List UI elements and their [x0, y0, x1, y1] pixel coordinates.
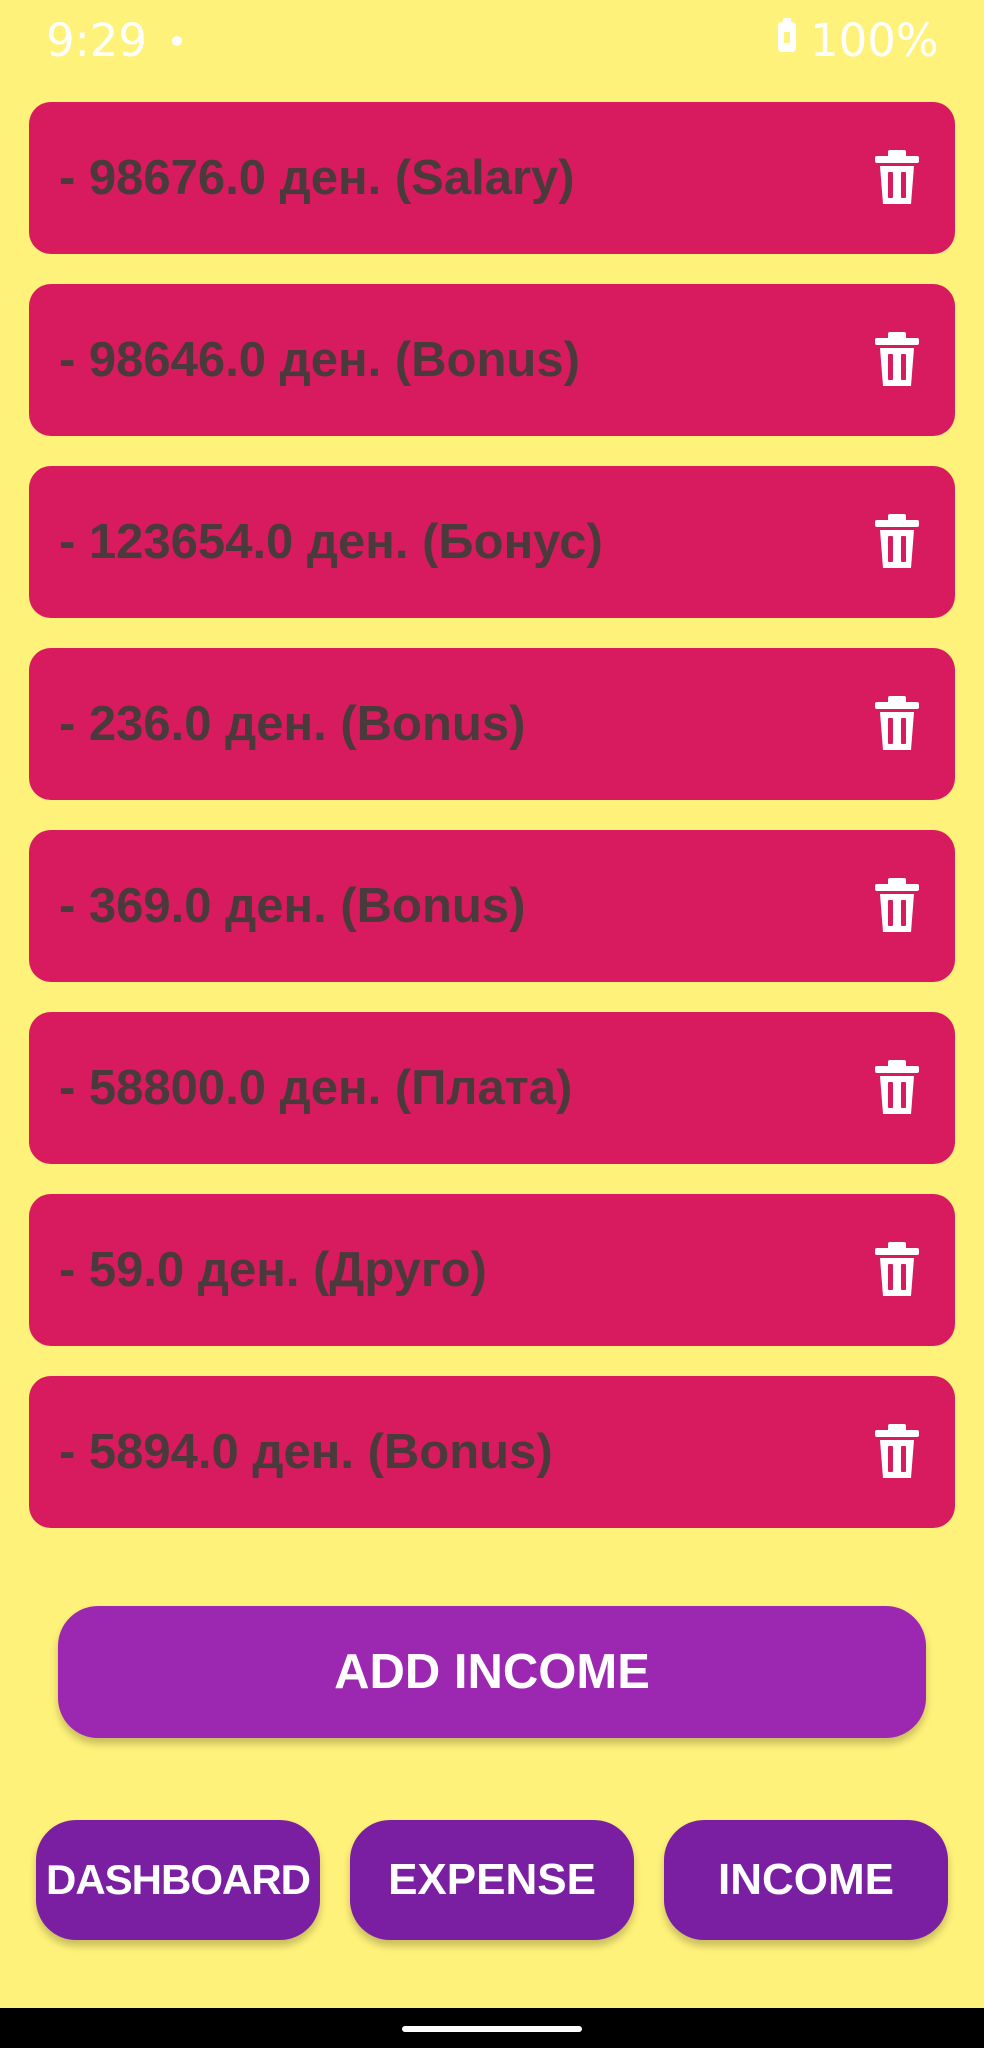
trash-icon[interactable]	[873, 1424, 921, 1480]
trash-icon[interactable]	[873, 878, 921, 934]
battery-percentage: 100%	[810, 14, 939, 67]
trash-icon[interactable]	[873, 150, 921, 206]
income-item[interactable]: - 236.0 ден. (Bonus)	[29, 648, 955, 800]
home-indicator[interactable]	[402, 2026, 582, 2032]
income-list: - 98676.0 ден. (Salary) - 98646.0 ден. (…	[29, 102, 955, 1558]
income-item-label: - 5894.0 ден. (Bonus)	[59, 1425, 553, 1479]
nav-income-button[interactable]: INCOME	[664, 1820, 948, 1940]
add-income-button[interactable]: ADD INCOME	[58, 1606, 926, 1738]
income-item[interactable]: - 369.0 ден. (Bonus)	[29, 830, 955, 982]
income-item-label: - 369.0 ден. (Bonus)	[59, 879, 526, 933]
nav-dashboard-button[interactable]: DASHBOARD	[36, 1820, 320, 1940]
income-item-label: - 236.0 ден. (Bonus)	[59, 697, 526, 751]
trash-icon[interactable]	[873, 1060, 921, 1116]
income-item[interactable]: - 58800.0 ден. (Плата)	[29, 1012, 955, 1164]
status-bar: 9:29 100%	[0, 0, 984, 84]
income-item-label: - 123654.0 ден. (Бонус)	[59, 515, 603, 569]
trash-icon[interactable]	[873, 514, 921, 570]
income-item[interactable]: - 123654.0 ден. (Бонус)	[29, 466, 955, 618]
income-item-label: - 58800.0 ден. (Плата)	[59, 1061, 573, 1115]
battery-icon	[778, 18, 796, 52]
nav-expense-button[interactable]: EXPENSE	[350, 1820, 634, 1940]
income-item-label: - 98676.0 ден. (Salary)	[59, 151, 575, 205]
notification-dot-icon	[172, 36, 182, 46]
trash-icon[interactable]	[873, 1242, 921, 1298]
trash-icon[interactable]	[873, 332, 921, 388]
income-item[interactable]: - 98676.0 ден. (Salary)	[29, 102, 955, 254]
status-time: 9:29	[46, 14, 148, 67]
income-item-label: - 98646.0 ден. (Bonus)	[59, 333, 580, 387]
income-item[interactable]: - 59.0 ден. (Друго)	[29, 1194, 955, 1346]
income-item-label: - 59.0 ден. (Друго)	[59, 1243, 487, 1297]
trash-icon[interactable]	[873, 696, 921, 752]
income-item[interactable]: - 98646.0 ден. (Bonus)	[29, 284, 955, 436]
income-item[interactable]: - 5894.0 ден. (Bonus)	[29, 1376, 955, 1528]
